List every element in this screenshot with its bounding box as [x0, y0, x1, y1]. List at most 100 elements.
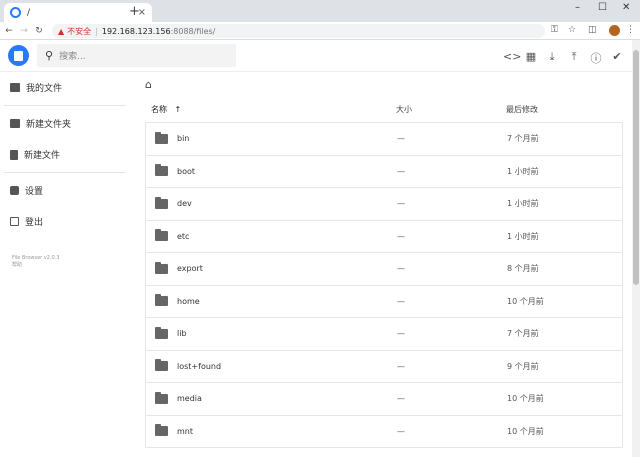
file-name: etc [177, 231, 190, 241]
column-header-name[interactable]: 名称 ↑ [151, 104, 181, 115]
column-name-label: 名称 [151, 105, 167, 114]
file-modified: 1 小时前 [507, 199, 539, 209]
file-name: media [177, 394, 202, 404]
bookmark-star-icon[interactable]: ☆ [568, 25, 576, 35]
new-folder-icon [10, 119, 20, 128]
column-header-modified[interactable]: 最后修改 [506, 104, 538, 115]
download-icon[interactable]: ⤓ [545, 50, 559, 64]
logout-icon [10, 217, 19, 226]
file-name: home [177, 296, 200, 306]
sidebar-item-new-file[interactable]: 新建文件 [0, 139, 130, 170]
help-link[interactable]: 帮助 [12, 262, 130, 269]
url-host: 192.168.123.156 [101, 26, 171, 36]
grid-view-icon[interactable]: ▦ [524, 50, 538, 63]
file-modified: 9 个月前 [507, 361, 539, 371]
sidebar-item-label: 我的文件 [26, 84, 63, 94]
file-size: — [397, 329, 405, 339]
insecure-label: 不安全 [67, 26, 92, 36]
sidebar-item-new-folder[interactable]: 新建文件夹 [0, 108, 130, 139]
folder-icon [155, 229, 168, 242]
sidebar-item-label: 设置 [25, 187, 44, 197]
info-icon[interactable]: ⓘ [589, 50, 603, 66]
file-size: — [397, 394, 405, 404]
file-size: — [397, 166, 405, 176]
scrollbar-thumb[interactable] [633, 50, 639, 285]
file-name: boot [177, 166, 196, 176]
key-icon[interactable]: ⚿ [551, 25, 558, 35]
file-size: — [397, 134, 405, 144]
back-icon[interactable]: ← [3, 26, 15, 36]
close-window-button[interactable]: ✕ [622, 2, 630, 13]
reload-icon[interactable]: ↻ [33, 26, 45, 36]
search-icon: ⚲ [45, 49, 54, 62]
table-row[interactable]: dev — 1 小时前 [146, 188, 622, 221]
table-row[interactable]: mnt — 10 个月前 [146, 416, 622, 448]
version-text: File Browser v2.0.3 [12, 255, 60, 261]
folder-icon [155, 391, 168, 404]
minimize-button[interactable]: – [575, 2, 580, 13]
file-modified: 1 小时前 [507, 166, 539, 176]
file-modified: 7 个月前 [507, 329, 539, 339]
file-name: lib [177, 329, 187, 339]
page-scrollbar[interactable] [632, 40, 640, 457]
table-row[interactable]: bin — 7 个月前 [146, 123, 622, 156]
table-row[interactable]: boot — 1 小时前 [146, 156, 622, 188]
folder-icon [10, 83, 20, 92]
home-breadcrumb-icon[interactable]: ⌂ [145, 78, 152, 91]
code-view-icon[interactable]: <> [503, 50, 521, 63]
table-row[interactable]: media — 10 个月前 [146, 383, 622, 416]
url-field[interactable]: ▲ 不安全 | 192.168.123.156 :8088/files/ [52, 24, 545, 38]
folder-icon [155, 294, 168, 307]
folder-icon [155, 326, 168, 339]
url-path: :8088/files/ [170, 26, 216, 36]
extension-icon[interactable]: ◫ [588, 25, 597, 35]
settings-icon [10, 186, 19, 195]
file-rows: bin — 7 个月前 boot — 1 小时前 dev — 1 小时前 etc — 1 小时前 exp… [145, 122, 623, 448]
sort-arrow-icon[interactable]: ↑ [175, 105, 182, 114]
address-bar-row: ← → ↻ ▲ 不安全 | 192.168.123.156 :8088/file… [0, 22, 640, 40]
search-input[interactable]: ⚲ 搜索... [37, 44, 236, 67]
sidebar-item-settings[interactable]: 设置 [0, 175, 130, 206]
column-header-size[interactable]: 大小 [396, 104, 412, 115]
sidebar-item-logout[interactable]: 登出 [0, 206, 130, 237]
file-size: — [397, 361, 405, 371]
table-row[interactable]: etc — 1 小时前 [146, 221, 622, 253]
folder-icon [155, 196, 168, 209]
file-size: — [397, 231, 405, 241]
folder-icon [155, 424, 168, 437]
folder-icon [155, 261, 168, 274]
file-modified: 10 个月前 [507, 426, 544, 436]
sidebar-footer: File Browser v2.0.3 帮助 [0, 255, 130, 269]
file-name: bin [177, 134, 190, 144]
menu-icon[interactable]: ⋮ [626, 25, 635, 35]
sidebar-item-my-files[interactable]: 我的文件 [0, 72, 130, 103]
new-tab-button[interactable]: + [129, 4, 140, 19]
favicon-icon [10, 7, 21, 18]
sidebar-divider [4, 172, 126, 173]
table-row[interactable]: lib — 7 个月前 [146, 318, 622, 351]
file-name: mnt [177, 426, 193, 436]
search-placeholder: 搜索... [59, 52, 86, 62]
profile-avatar[interactable] [609, 25, 620, 36]
warning-icon: ▲ [58, 26, 65, 36]
file-size: — [397, 199, 405, 209]
file-size: — [397, 296, 405, 306]
filebrowser-logo-icon[interactable] [8, 45, 29, 66]
upload-icon[interactable]: ⤒ [567, 50, 581, 64]
file-name: dev [177, 199, 192, 209]
table-row[interactable]: lost+found — 9 个月前 [146, 351, 622, 383]
select-check-icon[interactable]: ✔ [610, 50, 624, 63]
file-modified: 8 个月前 [507, 264, 539, 274]
file-modified: 1 小时前 [507, 231, 539, 241]
folder-icon [155, 164, 168, 177]
table-row[interactable]: home — 10 个月前 [146, 286, 622, 318]
file-modified: 10 个月前 [507, 394, 544, 404]
sidebar-item-label: 新建文件夹 [26, 120, 72, 130]
maximize-button[interactable]: ☐ [598, 2, 607, 13]
forward-icon[interactable]: → [18, 26, 30, 36]
file-size: — [397, 426, 405, 436]
file-size: — [397, 264, 405, 274]
sidebar-divider [4, 105, 126, 106]
table-row[interactable]: export — 8 个月前 [146, 253, 622, 286]
sidebar-item-label: 新建文件 [24, 151, 61, 161]
